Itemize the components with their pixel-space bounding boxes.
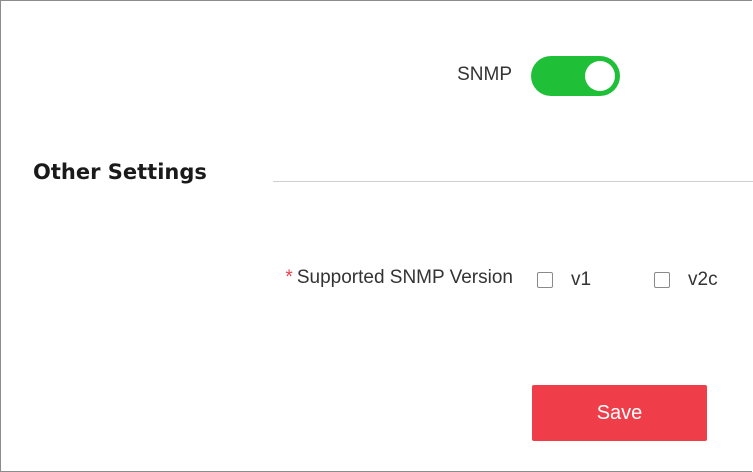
checkbox-v2c[interactable] bbox=[654, 272, 670, 288]
supported-snmp-version-row: * Supported SNMP Version v1 v2c bbox=[0, 264, 753, 294]
snmp-toggle[interactable] bbox=[531, 56, 620, 96]
checkbox-v2c-option[interactable]: v2c bbox=[654, 268, 718, 292]
supported-snmp-version-text: Supported SNMP Version bbox=[296, 267, 513, 288]
snmp-row: SNMP bbox=[0, 54, 753, 96]
checkbox-v1-option[interactable]: v1 bbox=[537, 268, 591, 292]
supported-snmp-version-label: * Supported SNMP Version bbox=[285, 267, 513, 289]
checkbox-v1[interactable] bbox=[537, 272, 553, 288]
snmp-label: SNMP bbox=[457, 64, 512, 85]
section-divider bbox=[273, 181, 753, 182]
checkbox-v2c-label: v2c bbox=[688, 269, 718, 290]
checkbox-v1-label: v1 bbox=[571, 269, 592, 290]
section-title-other-settings: Other Settings bbox=[33, 160, 207, 184]
toggle-knob bbox=[585, 61, 615, 91]
required-asterisk: * bbox=[285, 267, 293, 288]
save-button[interactable]: Save bbox=[532, 385, 707, 441]
